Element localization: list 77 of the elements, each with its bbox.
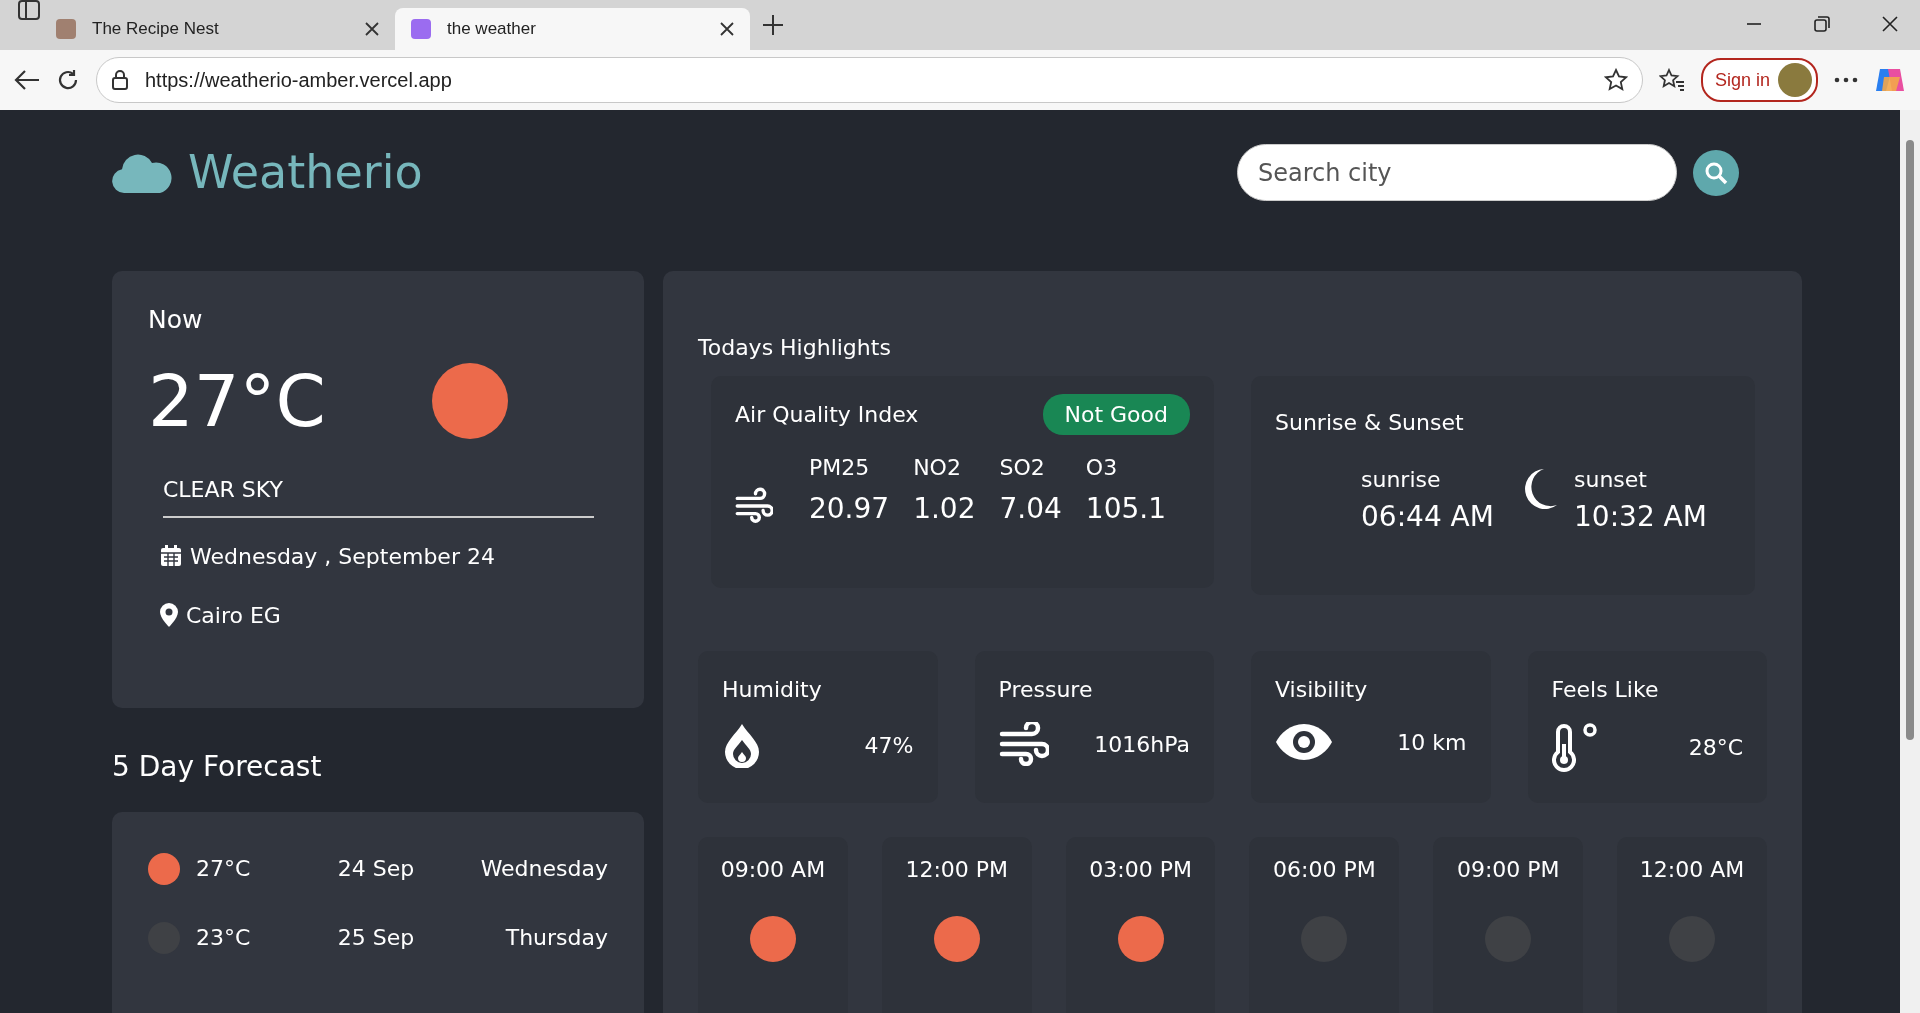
hour-time: 12:00 AM [1638, 856, 1746, 884]
forecast-date: 24 Sep [336, 855, 416, 883]
water-drop-icon [722, 722, 762, 768]
close-icon[interactable] [1882, 16, 1898, 32]
search-field[interactable]: Search city [1237, 144, 1677, 201]
hour-time: 09:00 PM [1455, 856, 1561, 884]
hour-time: 09:00 AM [719, 856, 827, 884]
cloud-icon [112, 152, 172, 193]
sun-icon [148, 852, 180, 885]
pollutant-value: 105.1 [1085, 491, 1166, 527]
browser-tab[interactable]: the weather [395, 8, 750, 50]
restore-icon[interactable] [1814, 16, 1830, 32]
location-pin-icon [160, 603, 178, 627]
stat-label: Pressure [998, 676, 1094, 704]
stat-value: 10 km [1397, 728, 1467, 757]
hour-time: 12:00 PM [904, 856, 1010, 884]
new-tab-icon[interactable] [762, 14, 784, 36]
highlights-heading: Todays Highlights [698, 334, 892, 362]
pollutant-value: 7.04 [999, 491, 1062, 527]
pollutant-label: PM25 [808, 454, 871, 482]
address-bar[interactable]: https://weatherio-amber.vercel.app [96, 57, 1643, 103]
eye-icon [1275, 722, 1333, 762]
sunrise-sunset-title: Sunrise & Sunset [1275, 409, 1465, 437]
search-icon [1704, 160, 1728, 185]
sunrise-time: 06:44 AM [1361, 499, 1494, 535]
forecast-heading: 5 Day Forecast [112, 749, 323, 785]
star-icon[interactable] [1603, 68, 1628, 92]
hour-time: 03:00 PM [1088, 856, 1193, 884]
air-quality-status: Not Good [1042, 394, 1190, 435]
favorites-icon[interactable] [1658, 68, 1685, 92]
forecast-weekday: Wednesday [479, 855, 608, 883]
sun-icon [749, 916, 796, 962]
pollutant-value: 20.97 [808, 491, 890, 527]
sunset-time: 10:32 AM [1574, 499, 1707, 535]
temperature-text: 27°C [148, 364, 326, 437]
tab-favicon-icon [411, 19, 431, 39]
forecast-temperature: 27°C [196, 855, 252, 883]
tab-favicon-icon [56, 19, 76, 39]
calendar-icon [160, 545, 182, 567]
pollutant-label: NO2 [913, 454, 962, 482]
sun-icon [1117, 916, 1164, 962]
stat-value: 28°C [1688, 733, 1743, 762]
pollutant-label: O3 [1085, 454, 1119, 482]
lock-icon [111, 70, 129, 90]
location-text: Cairo EG [186, 601, 281, 630]
stat-label: Humidity [722, 676, 823, 704]
close-icon[interactable] [365, 22, 379, 36]
back-icon[interactable] [14, 69, 40, 91]
scrollbar-thumb[interactable] [1906, 140, 1914, 740]
browser-tab[interactable]: The Recipe Nest [40, 8, 395, 50]
url-text: https://weatherio-amber.vercel.app [145, 68, 452, 93]
stat-label: Visibility [1275, 676, 1369, 704]
weather-description: CLEAR SKY [163, 475, 284, 504]
stat-label: Feels Like [1551, 676, 1660, 704]
now-heading: Now [148, 304, 204, 336]
search-button[interactable] [1693, 149, 1739, 196]
logo-text[interactable]: Weatherio [188, 138, 423, 207]
reload-icon[interactable] [56, 68, 80, 92]
date-text: Wednesday , September 24 [190, 542, 495, 571]
sidebar-toggle-icon[interactable] [18, 0, 40, 20]
wind-icon [998, 722, 1049, 766]
more-icon[interactable] [1834, 77, 1858, 83]
forecast-temperature: 23°C [196, 924, 252, 952]
sun-icon [933, 916, 980, 962]
sunset-label: sunset [1574, 466, 1648, 494]
sign-in-button[interactable]: Sign in [1700, 58, 1818, 102]
stat-value: 1016hPa [1094, 730, 1190, 759]
pollutant-label: SO2 [999, 454, 1046, 482]
forecast-date: 25 Sep [336, 924, 416, 952]
sunrise-label: sunrise [1361, 466, 1442, 494]
close-icon[interactable] [720, 22, 734, 36]
pollutant-value: 1.02 [913, 491, 976, 527]
air-quality-title: Air Quality Index [735, 401, 919, 429]
hour-time: 06:00 PM [1272, 856, 1377, 884]
stat-value: 47% [864, 731, 914, 760]
avatar-photo-placeholder [1778, 63, 1812, 97]
forecast-weekday: Thursday [504, 924, 608, 952]
